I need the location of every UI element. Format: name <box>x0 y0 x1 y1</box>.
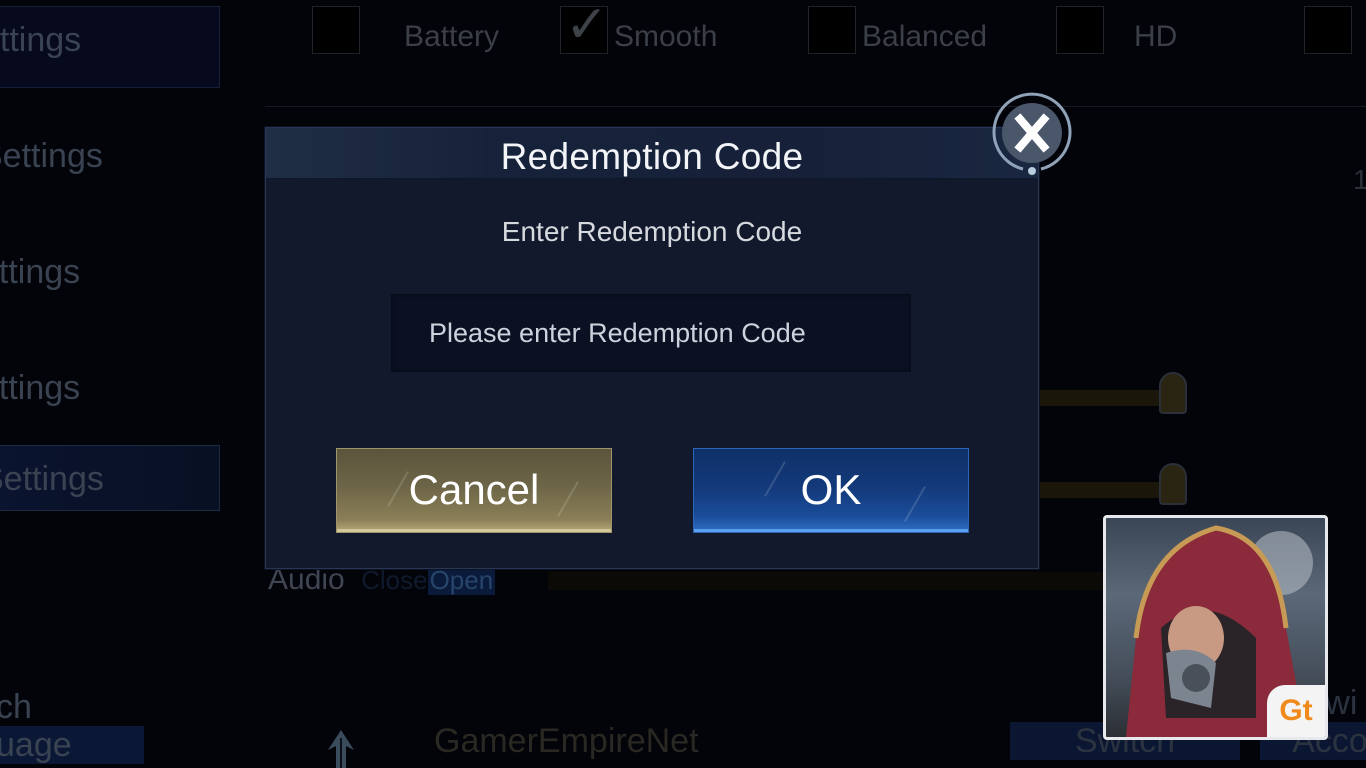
close-x-icon[interactable] <box>989 90 1075 176</box>
quality-checkbox-balanced[interactable] <box>808 6 856 54</box>
audio-open-option[interactable]: Open <box>427 565 496 595</box>
button-decoration <box>557 481 579 517</box>
quality-label-hd: HD <box>1134 20 1178 53</box>
sidebar-item-label: ettings <box>0 253 81 291</box>
quality-checkbox-smooth[interactable]: ✓ <box>560 0 609 54</box>
sidebar-item-settings-1[interactable]: ettings <box>0 6 220 88</box>
sidebar-item-settings-3[interactable]: ettings <box>0 239 220 305</box>
sidebar-item-settings-2[interactable]: Settings <box>0 123 220 189</box>
audio-close-option[interactable]: Close <box>361 565 427 595</box>
sidebar-item-label: Settings <box>0 137 103 175</box>
dialog-title: Redemption Code <box>500 136 804 177</box>
gt-badge: Gt <box>1267 685 1325 737</box>
button-decoration <box>764 461 786 497</box>
dialog-instruction: Enter Redemption Code <box>501 216 803 247</box>
cancel-button[interactable]: Cancel <box>336 448 612 533</box>
slider-handle-1[interactable] <box>1159 372 1187 414</box>
sidebar-item-settings-4[interactable]: ettings <box>0 355 220 421</box>
quality-checkbox-hd[interactable] <box>1056 6 1104 54</box>
sidebar-item-label: ettings <box>0 21 82 59</box>
sidebar-item-settings-5[interactable]: Settings <box>0 445 220 511</box>
audio-volume-bar[interactable] <box>548 572 1108 590</box>
sidebar-item-label: Settings <box>0 460 104 498</box>
quality-label-smooth: Smooth <box>614 20 718 53</box>
player-emblem-icon <box>328 730 354 768</box>
button-label-line1: ch <box>0 688 32 726</box>
quality-label-balanced: Balanced <box>862 20 988 53</box>
quality-checkbox-last[interactable] <box>1304 6 1352 54</box>
button-decoration <box>904 486 926 522</box>
redemption-code-dialog: Redemption Code Enter Redemption Code Ca… <box>265 127 1039 569</box>
player-name: GamerEmpireNet <box>434 722 699 760</box>
cancel-button-label: Cancel <box>408 466 540 513</box>
slider-handle-2[interactable] <box>1159 463 1187 505</box>
ok-button[interactable]: OK <box>693 448 969 533</box>
quality-label-battery: Battery <box>404 20 500 53</box>
button-decoration <box>387 471 409 507</box>
app-icon-thumbnail: Gt <box>1103 515 1328 740</box>
divider <box>265 106 1366 107</box>
button-label-line2: uage <box>0 726 144 764</box>
dialog-header: Redemption Code <box>266 128 1038 179</box>
slider-track-1[interactable] <box>1040 390 1170 406</box>
setting-value: 1 <box>1353 164 1366 195</box>
redemption-code-input[interactable] <box>391 294 911 372</box>
slider-track-2[interactable] <box>1040 482 1170 498</box>
ok-button-label: OK <box>800 466 862 513</box>
quality-checkbox-first[interactable] <box>312 6 360 54</box>
sidebar-item-label: ettings <box>0 369 81 407</box>
checkmark-icon: ✓ <box>565 0 609 54</box>
switch-language-button[interactable]: ch uage <box>0 688 144 764</box>
